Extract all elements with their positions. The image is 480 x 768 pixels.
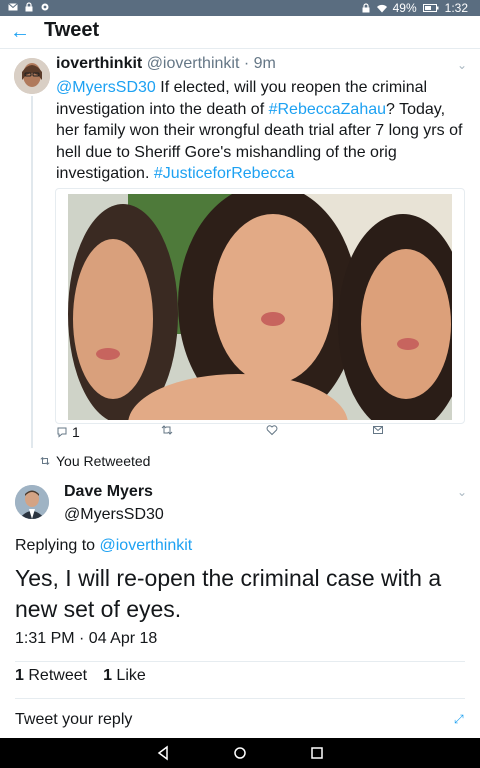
- author-name[interactable]: Dave Myers: [64, 483, 153, 501]
- avatar[interactable]: [14, 58, 50, 94]
- retweet-stat[interactable]: 1 Retweet: [15, 667, 87, 685]
- tweet-header: ioverthinkit @ioverthinkit · 9m: [56, 55, 276, 73]
- lock-icon: [362, 3, 370, 13]
- lock-icon: [25, 2, 33, 12]
- reply-count: 1: [72, 424, 80, 440]
- retweet-notice-label: You Retweeted: [56, 453, 151, 469]
- retweet-icon: [161, 425, 173, 435]
- avatar-image: [14, 58, 50, 94]
- replying-to: Replying to @ioverthinkit: [15, 537, 192, 555]
- tweet-timestamp: 1:31 PM · 04 Apr 18: [15, 630, 158, 647]
- header: ← Tweet: [0, 16, 480, 49]
- chevron-down-icon[interactable]: ⌄: [457, 485, 467, 499]
- mention-link[interactable]: @ioverthinkit: [100, 537, 193, 554]
- status-bar: 49% 1:32: [0, 0, 480, 16]
- tweet-actions: 1: [56, 424, 466, 442]
- like-stat[interactable]: 1 Like: [103, 667, 146, 685]
- tweet-text: Yes, I will re-open the criminal case wi…: [15, 565, 442, 622]
- hashtag-link[interactable]: #RebeccaZahau: [269, 101, 386, 118]
- expand-icon[interactable]: ⤢: [454, 712, 464, 727]
- clock: 1:32: [444, 1, 468, 15]
- mail-icon: [8, 3, 18, 11]
- author-name[interactable]: ioverthinkit: [56, 55, 142, 72]
- reply-button[interactable]: 1: [56, 424, 80, 440]
- retweet-count: 1: [15, 667, 24, 684]
- settings-icon: [41, 3, 49, 11]
- reply-input[interactable]: Tweet your reply: [15, 711, 132, 729]
- hashtag-link[interactable]: #JusticeforRebecca: [154, 165, 295, 182]
- like-count: 1: [103, 667, 112, 684]
- retweet-notice: You Retweeted: [40, 453, 150, 469]
- nav-bar: [0, 738, 480, 768]
- thread-line: [31, 96, 33, 448]
- tweet-stats: 1 Retweet 1 Like: [15, 667, 146, 685]
- home-icon[interactable]: [231, 744, 249, 762]
- mention-link[interactable]: @MyersSD30: [56, 79, 156, 96]
- divider: [15, 661, 465, 662]
- like-label: Like: [116, 667, 146, 684]
- like-button[interactable]: [266, 424, 278, 436]
- back-arrow-icon[interactable]: ←: [8, 20, 32, 44]
- avatar-image: [15, 485, 49, 519]
- retweet-icon: [40, 456, 50, 466]
- recents-icon[interactable]: [308, 744, 326, 762]
- retweet-label: Retweet: [28, 667, 88, 684]
- like-icon: [266, 425, 278, 436]
- author-handle[interactable]: @ioverthinkit: [147, 55, 240, 72]
- tweet-text: @MyersSD30 If elected, will you reopen t…: [56, 77, 466, 185]
- message-icon: [373, 426, 383, 434]
- tweet-photo[interactable]: [68, 194, 452, 420]
- back-icon[interactable]: [154, 744, 172, 762]
- wifi-icon: [376, 4, 387, 13]
- retweet-button[interactable]: [161, 424, 173, 436]
- message-button[interactable]: [372, 424, 384, 436]
- chevron-down-icon[interactable]: ⌄: [457, 58, 467, 72]
- page-title: Tweet: [44, 19, 100, 41]
- replying-label: Replying to: [15, 537, 100, 554]
- avatar[interactable]: [15, 485, 49, 519]
- author-handle[interactable]: @MyersSD30: [64, 506, 164, 524]
- battery-icon: [422, 4, 439, 12]
- photo-image: [68, 194, 452, 420]
- battery-percent: 49%: [392, 1, 417, 15]
- tweet-time: · 9m: [243, 55, 276, 72]
- divider: [15, 698, 465, 699]
- reply-icon: [57, 427, 67, 438]
